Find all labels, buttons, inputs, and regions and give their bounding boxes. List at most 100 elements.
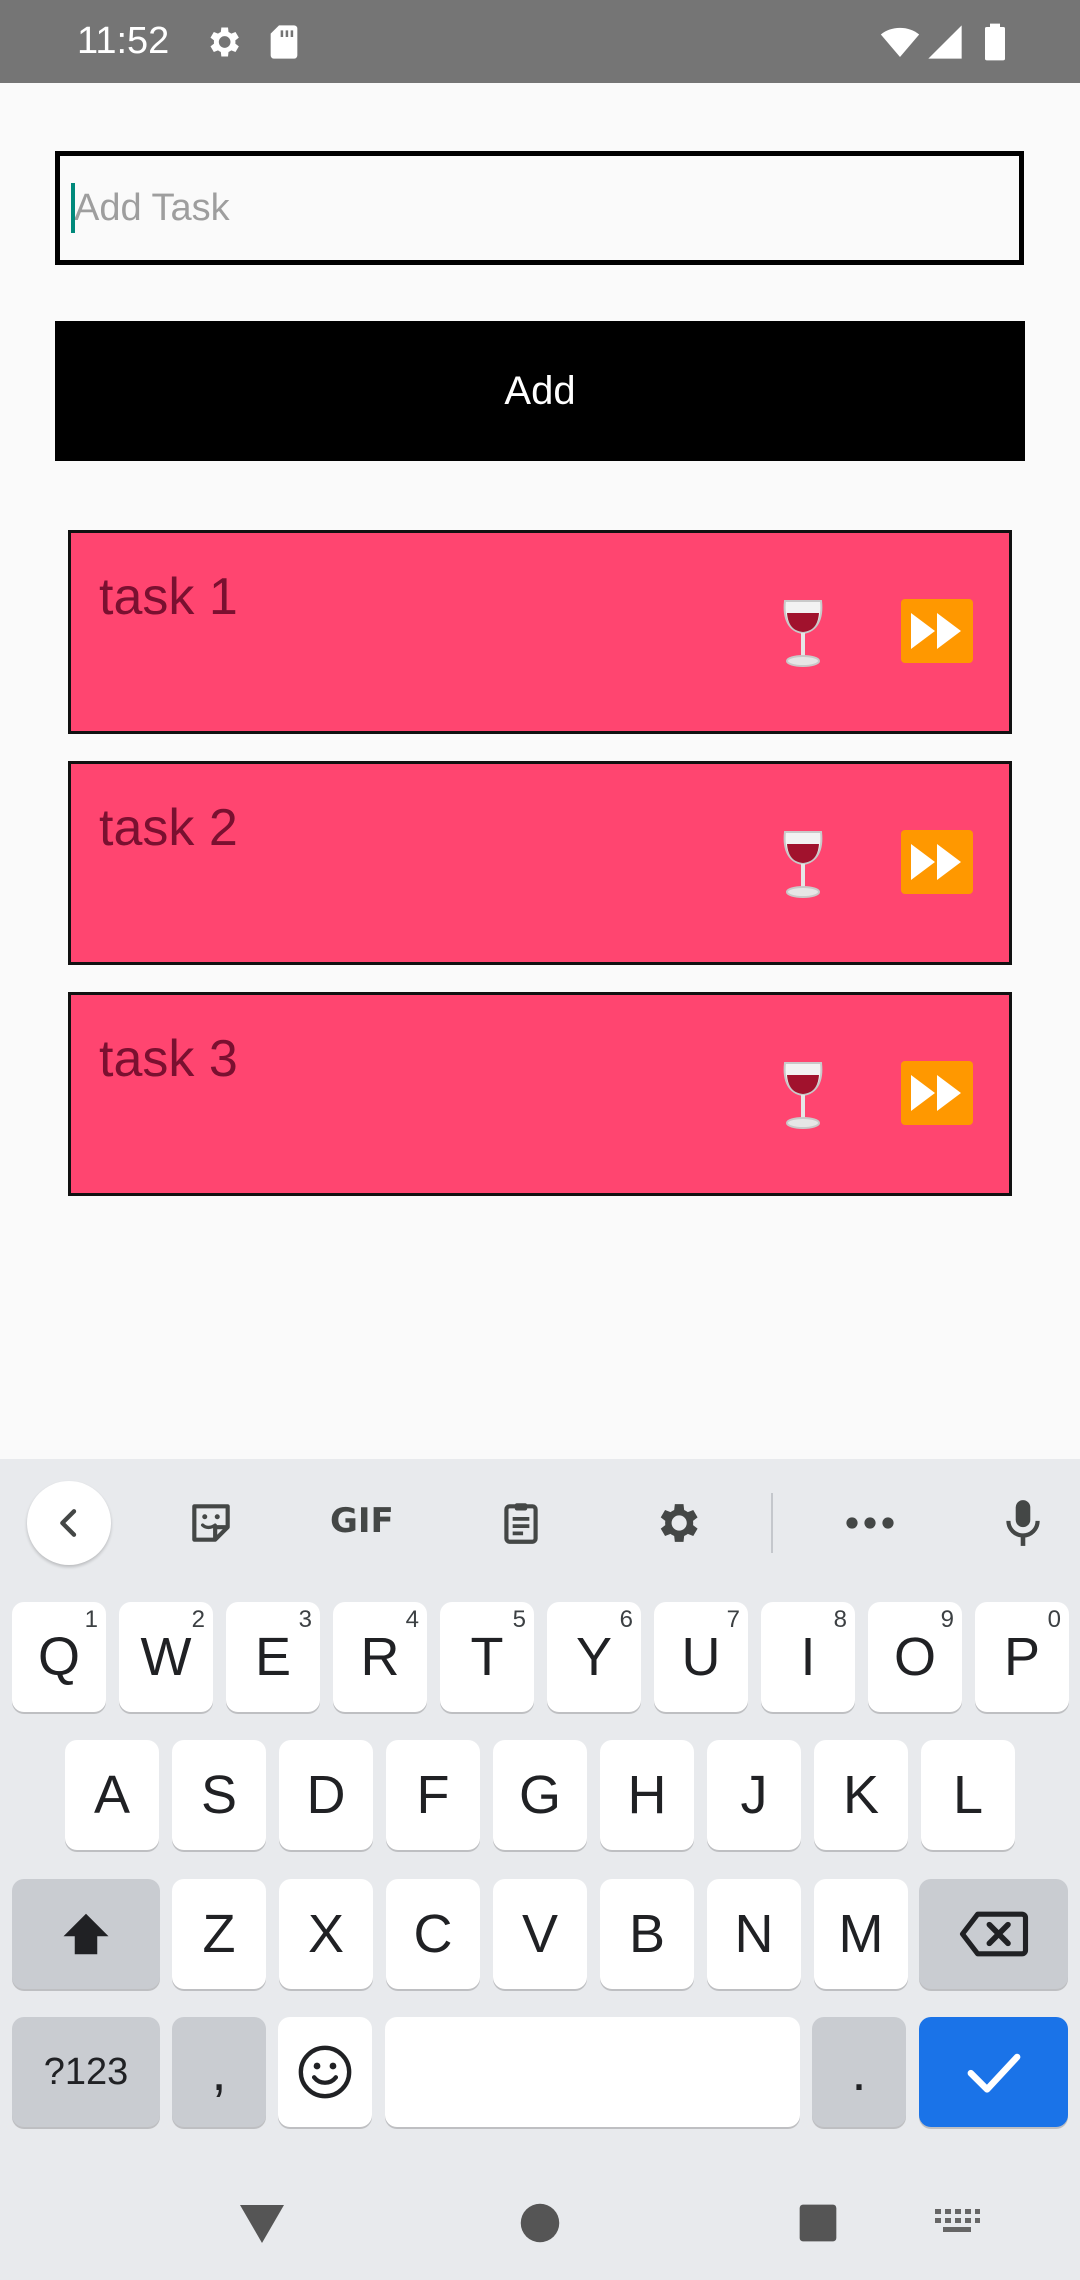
key-u[interactable]: U7 [654,1602,748,1712]
key-label: K [842,1765,880,1825]
settings-icon [660,1504,698,1542]
key-hint: 4 [405,1606,419,1633]
voice-input-button[interactable] [981,1481,1065,1565]
more-button[interactable] [828,1481,912,1565]
key-d[interactable]: D [279,1740,373,1850]
key-label: H [627,1765,667,1825]
emoji-icon [298,2045,352,2099]
key-g[interactable]: G [493,1740,587,1850]
key-label: Y [575,1627,613,1687]
symbols-key[interactable]: ?123 [12,2017,160,2127]
checkmark-icon [967,2053,1020,2093]
key-label: M [838,1904,884,1964]
key-hint: 2 [191,1606,205,1633]
key-label: R [360,1627,400,1687]
back-arrow-icon [60,1509,77,1537]
key-i[interactable]: I8 [761,1602,855,1712]
keyboard-switch-icon [935,2209,980,2232]
home-circle-icon [520,2203,560,2243]
key-label: D [306,1765,346,1825]
key-k[interactable]: K [814,1740,908,1850]
comma-key[interactable]: , [172,2017,266,2127]
key-q[interactable]: Q1 [12,1602,106,1712]
fast-forward-icon[interactable] [901,1061,973,1125]
task-title: task 1 [99,568,238,626]
key-c[interactable]: C [386,1879,480,1989]
key-b[interactable]: B [600,1879,694,1989]
recents-square-icon [799,2204,837,2242]
nav-back-button[interactable] [222,2184,302,2264]
key-y[interactable]: Y6 [547,1602,641,1712]
key-l[interactable]: L [921,1740,1015,1850]
backspace-icon [959,1911,1028,1957]
key-r[interactable]: R4 [333,1602,427,1712]
add-button[interactable]: Add [55,321,1025,461]
keyboard-switch-button[interactable] [917,2190,997,2254]
key-p[interactable]: P0 [975,1602,1069,1712]
microphone-icon [1006,1500,1040,1546]
space-key[interactable] [385,2017,800,2127]
wifi-icon [880,27,920,57]
key-hint: 6 [619,1606,633,1633]
key-hint: 5 [512,1606,526,1633]
key-label: A [93,1765,131,1825]
keyboard-back-button[interactable] [27,1481,111,1565]
nav-recents-button[interactable] [778,2183,858,2263]
keyboard-settings-button[interactable] [635,1481,719,1565]
key-e[interactable]: E3 [226,1602,320,1712]
key-z[interactable]: Z [172,1879,266,1989]
enter-key[interactable] [919,2017,1068,2127]
add-task-input[interactable] [60,156,1019,260]
emoji-key[interactable] [278,2017,372,2127]
key-hint: 0 [1047,1606,1061,1633]
key-s[interactable]: S [172,1740,266,1850]
key-hint: 3 [298,1606,312,1633]
nav-home-button[interactable] [500,2183,580,2263]
key-hint: 7 [726,1606,740,1633]
key-a[interactable]: A [65,1740,159,1850]
fast-forward-icon[interactable] [901,599,973,663]
key-f[interactable]: F [386,1740,480,1850]
clipboard-button[interactable] [479,1481,563,1565]
backspace-key[interactable] [919,1879,1068,1989]
key-label: L [952,1765,984,1825]
wine-glass-icon[interactable] [771,1059,835,1131]
wine-glass-icon[interactable] [771,828,835,900]
task-title: task 3 [99,1030,238,1088]
key-t[interactable]: T5 [440,1602,534,1712]
key-j[interactable]: J [707,1740,801,1850]
key-label: P [1003,1627,1041,1687]
gif-button[interactable]: GIF [330,1501,394,1541]
shift-key[interactable] [12,1879,160,1989]
key-w[interactable]: W2 [119,1602,213,1712]
add-task-field[interactable] [55,151,1024,265]
key-o[interactable]: O9 [868,1602,962,1712]
key-label: F [416,1765,450,1825]
key-h[interactable]: H [600,1740,694,1850]
key-label: E [254,1627,292,1687]
task-item: task 3 [68,992,1012,1196]
key-label: ?123 [43,2050,129,2093]
key-label: T [470,1627,504,1687]
sticker-icon [192,1504,230,1542]
text-cursor [71,183,75,233]
task-item: task 1 [68,530,1012,734]
cell-signal-icon [928,25,962,59]
key-v[interactable]: V [493,1879,587,1989]
key-label: S [200,1765,238,1825]
clipboard-icon [504,1503,538,1544]
key-m[interactable]: M [814,1879,908,1989]
sd-card-icon [270,25,298,59]
period-key[interactable]: . [812,2017,906,2127]
key-n[interactable]: N [707,1879,801,1989]
settings-gear-icon [210,27,239,57]
key-hint: 1 [84,1606,98,1633]
key-label: X [307,1904,345,1964]
key-label: , [211,2042,227,2102]
key-x[interactable]: X [279,1879,373,1989]
wine-glass-icon[interactable] [771,597,835,669]
key-hint: 9 [940,1606,954,1633]
fast-forward-icon[interactable] [901,830,973,894]
sticker-button[interactable] [169,1481,253,1565]
soft-keyboard: GIF Q1W2E3R4T5Y6U7I8O9P0ASDFGHJKLZXCVBNM… [0,1459,1080,2280]
